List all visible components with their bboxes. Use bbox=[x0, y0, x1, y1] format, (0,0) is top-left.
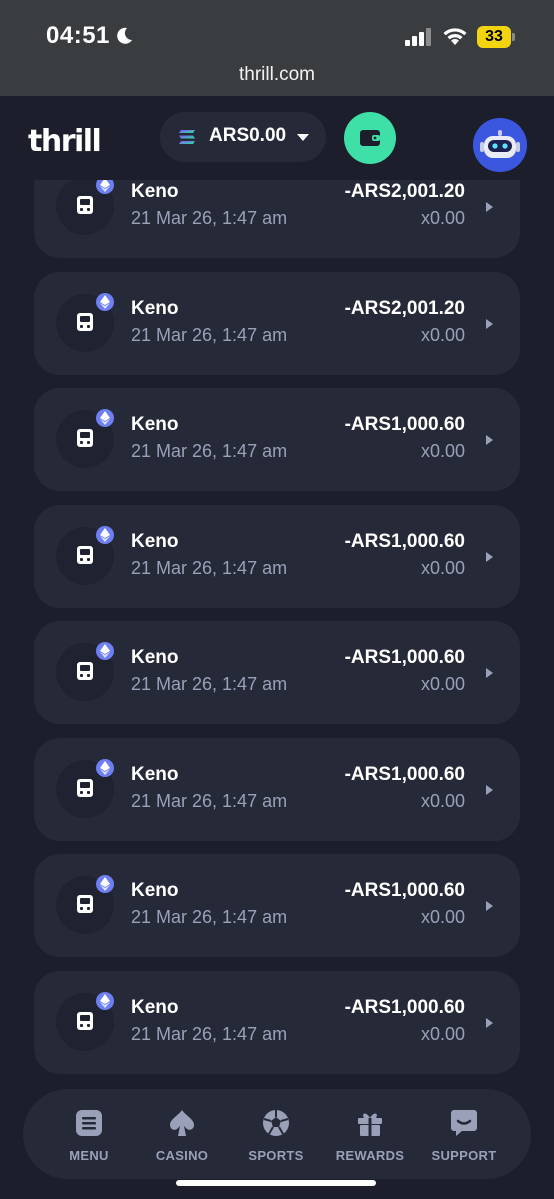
nav-label: SPORTS bbox=[248, 1148, 304, 1163]
transaction-date: 21 Mar 26, 1:47 am bbox=[131, 1023, 288, 1044]
transaction-row[interactable]: Keno 21 Mar 26, 1:47 am -ARS1,000.60 x0.00 bbox=[34, 388, 520, 491]
moon-icon bbox=[117, 27, 132, 44]
chevron-right-icon bbox=[485, 783, 494, 801]
transaction-date: 21 Mar 26, 1:47 am bbox=[131, 907, 288, 927]
transaction-amount: -ARS1,000.60 bbox=[344, 647, 465, 668]
transaction-date: 21 Mar 26, 1:47 am bbox=[131, 674, 288, 694]
game-name: Keno bbox=[131, 996, 179, 1018]
game-name: Keno bbox=[131, 763, 179, 785]
nav-item-casino[interactable]: CASINO bbox=[137, 1109, 227, 1169]
transaction-date: 21 Mar 26, 1:47 am bbox=[131, 441, 288, 461]
game-console-icon bbox=[76, 428, 94, 453]
game-name: Keno bbox=[131, 880, 179, 901]
transaction-date: 21 Mar 26, 1:47 am bbox=[131, 324, 288, 345]
game-console-icon bbox=[76, 312, 94, 337]
chevron-right-icon bbox=[485, 666, 494, 684]
transaction-multiplier: x0.00 bbox=[420, 907, 465, 927]
wifi-icon bbox=[443, 28, 467, 45]
chevron-right-icon bbox=[485, 317, 494, 335]
user-avatar[interactable] bbox=[473, 118, 527, 172]
game-name: Keno bbox=[131, 414, 179, 435]
soccer-ball-icon bbox=[262, 1109, 290, 1142]
transaction-date: 21 Mar 26, 1:47 am bbox=[131, 557, 288, 578]
chevron-right-icon bbox=[485, 1016, 494, 1034]
game-name: Keno bbox=[131, 647, 179, 668]
status-time: 04:51 bbox=[46, 22, 110, 49]
ethereum-icon bbox=[96, 875, 114, 893]
nav-label: CASINO bbox=[155, 1148, 209, 1163]
status-bar: 04:51 33 thrill.com bbox=[0, 0, 554, 96]
ethereum-icon bbox=[96, 642, 114, 660]
caret-down-icon bbox=[297, 134, 309, 141]
nav-item-support[interactable]: SUPPORT bbox=[419, 1109, 509, 1169]
game-console-icon bbox=[76, 1011, 94, 1036]
signal-icon bbox=[405, 28, 431, 46]
wallet-button[interactable] bbox=[344, 112, 396, 164]
balance-amount: ARS0.00 bbox=[209, 125, 287, 146]
ethereum-icon bbox=[96, 409, 114, 427]
game-console-icon bbox=[76, 661, 94, 686]
transaction-amount: -ARS1,000.60 bbox=[344, 880, 465, 901]
ethereum-icon bbox=[96, 525, 114, 544]
transaction-date: 21 Mar 26, 1:47 am bbox=[131, 790, 288, 811]
gift-icon bbox=[356, 1109, 384, 1142]
nav-item-menu[interactable]: MENU bbox=[44, 1109, 134, 1169]
transaction-amount: -ARS1,000.60 bbox=[344, 763, 465, 785]
battery-level: 33 bbox=[477, 26, 511, 48]
transaction-multiplier: x0.00 bbox=[420, 1023, 465, 1044]
ethereum-icon bbox=[96, 991, 114, 1010]
nav-item-rewards[interactable]: REWARDS bbox=[325, 1109, 415, 1169]
game-name: Keno bbox=[131, 530, 179, 552]
ethereum-icon bbox=[96, 292, 114, 311]
url-bar[interactable]: thrill.com bbox=[0, 64, 554, 86]
game-console-icon bbox=[76, 195, 94, 220]
wallet-icon bbox=[360, 130, 380, 146]
thrill-logo[interactable]: thrill bbox=[28, 124, 102, 159]
nav-label: REWARDS bbox=[335, 1148, 405, 1163]
transaction-row[interactable]: Keno 21 Mar 26, 1:47 am -ARS1,000.60 x0.00 bbox=[34, 621, 520, 724]
transaction-row[interactable]: Keno 21 Mar 26, 1:47 am -ARS1,000.60 x0.00 bbox=[34, 970, 520, 1074]
chat-icon bbox=[450, 1109, 478, 1142]
app-header: thrill ARS0.00 bbox=[0, 96, 554, 180]
menu-icon bbox=[75, 1109, 103, 1142]
transaction-row[interactable]: Keno 21 Mar 26, 1:47 am -ARS2,001.20 x0.00 bbox=[34, 271, 520, 375]
transaction-multiplier: x0.00 bbox=[420, 324, 465, 345]
solana-icon bbox=[179, 130, 195, 144]
chevron-right-icon bbox=[485, 550, 494, 568]
transaction-multiplier: x0.00 bbox=[420, 557, 465, 578]
battery-tip bbox=[512, 33, 515, 41]
spade-icon bbox=[168, 1109, 196, 1142]
transaction-multiplier: x0.00 bbox=[420, 208, 465, 228]
transaction-amount: -ARS1,000.60 bbox=[344, 996, 465, 1018]
nav-label: SUPPORT bbox=[431, 1148, 497, 1163]
game-name: Keno bbox=[131, 181, 179, 202]
transaction-amount: -ARS1,000.60 bbox=[344, 530, 465, 552]
chevron-right-icon bbox=[485, 433, 494, 451]
transaction-row[interactable]: Keno 21 Mar 26, 1:47 am -ARS1,000.60 x0.00 bbox=[34, 854, 520, 957]
game-console-icon bbox=[76, 778, 94, 803]
battery-indicator: 33 bbox=[477, 26, 515, 48]
game-console-icon bbox=[76, 545, 94, 570]
transaction-amount: -ARS2,001.20 bbox=[344, 297, 465, 319]
chevron-right-icon bbox=[485, 200, 494, 218]
chevron-right-icon bbox=[485, 899, 494, 917]
robot-avatar-icon bbox=[473, 118, 527, 172]
ethereum-icon bbox=[96, 758, 114, 777]
nav-label: MENU bbox=[69, 1148, 109, 1163]
game-console-icon bbox=[76, 894, 94, 919]
balance-selector[interactable]: ARS0.00 bbox=[160, 112, 326, 162]
transaction-amount: -ARS1,000.60 bbox=[344, 414, 465, 435]
transaction-multiplier: x0.00 bbox=[420, 790, 465, 811]
transaction-multiplier: x0.00 bbox=[420, 441, 465, 461]
game-name: Keno bbox=[131, 297, 179, 319]
transaction-date: 21 Mar 26, 1:47 am bbox=[131, 208, 288, 228]
nav-item-sports[interactable]: SPORTS bbox=[231, 1109, 321, 1169]
home-indicator bbox=[176, 1180, 376, 1186]
bottom-navigation: MENU CASINO SPORTS REWARDS SUPPORT bbox=[23, 1089, 531, 1179]
transaction-multiplier: x0.00 bbox=[420, 674, 465, 694]
transaction-row[interactable]: Keno 21 Mar 26, 1:47 am -ARS1,000.60 x0.00 bbox=[34, 504, 520, 608]
transaction-amount: -ARS2,001.20 bbox=[344, 181, 465, 202]
transaction-row[interactable]: Keno 21 Mar 26, 1:47 am -ARS1,000.60 x0.00 bbox=[34, 737, 520, 841]
